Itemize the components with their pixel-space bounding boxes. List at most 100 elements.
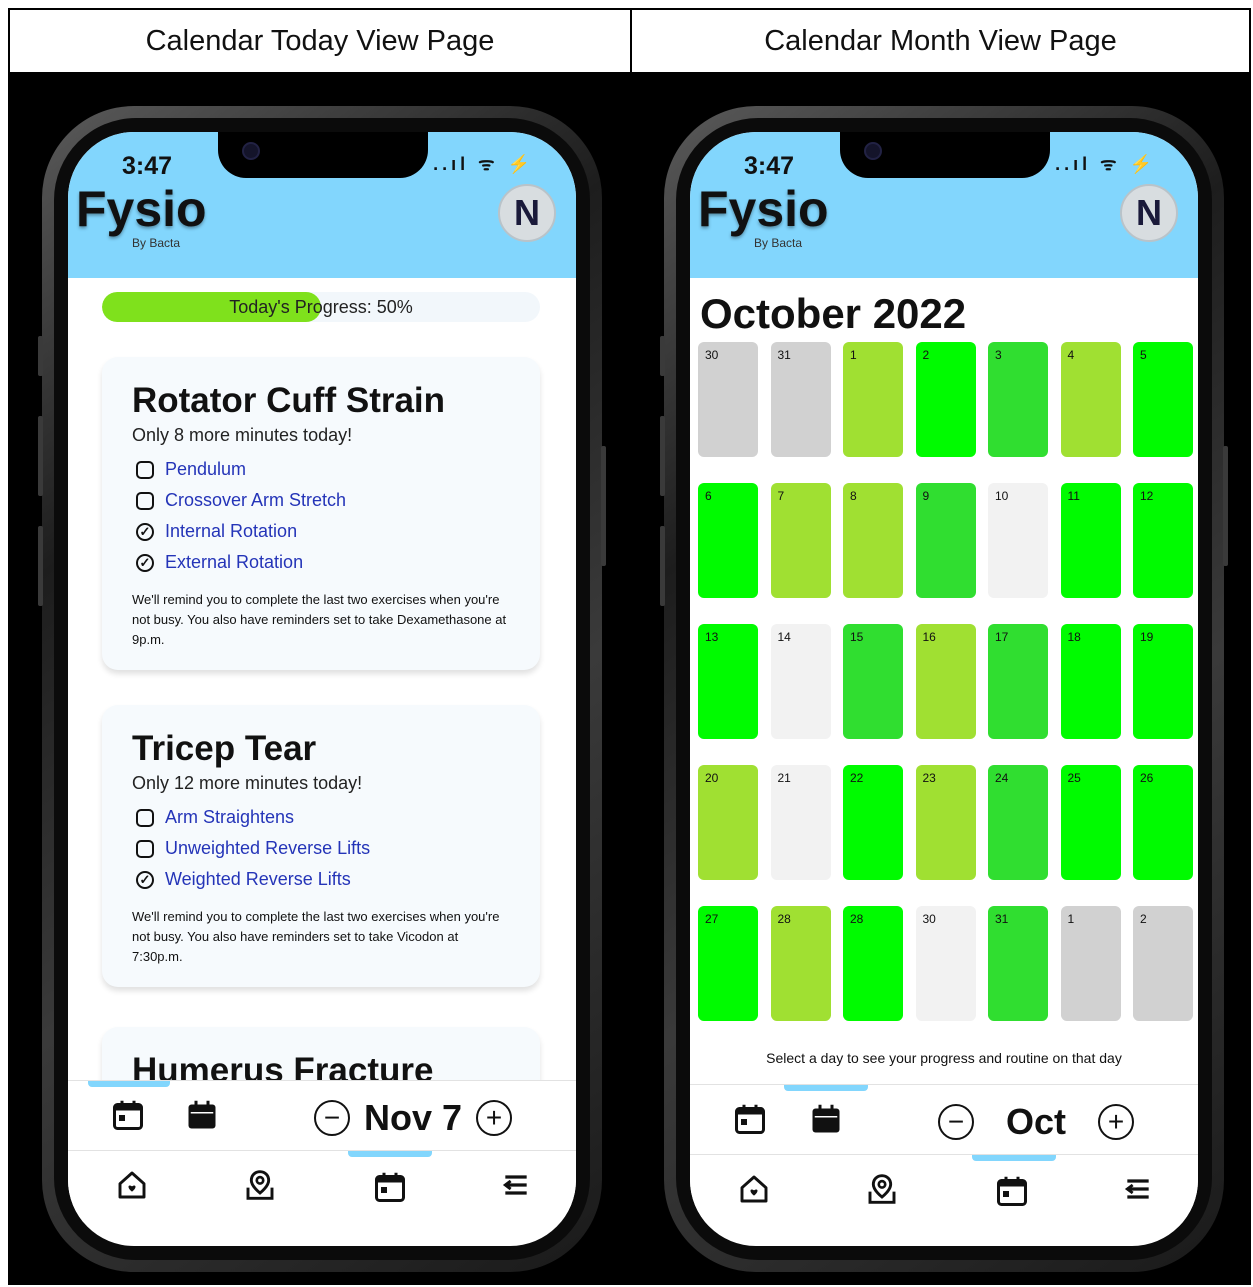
calendar-day[interactable]: 18	[1060, 624, 1121, 739]
calendar-day[interactable]: 13	[698, 624, 758, 739]
exercise-link[interactable]: Pendulum	[165, 459, 246, 480]
calendar-day-number: 7	[777, 489, 785, 503]
calendar-day-number: 19	[1140, 630, 1154, 644]
calendar-day[interactable]: 17	[988, 624, 1048, 739]
calendar-day[interactable]: 24	[988, 765, 1048, 880]
calendar-day[interactable]: 21	[770, 765, 831, 880]
status-time: 3:47	[122, 152, 173, 180]
checkbox-unchecked[interactable]	[136, 491, 154, 510]
calendar-icon[interactable]	[370, 1167, 410, 1207]
exercise-link[interactable]: Crossover Arm Stretch	[165, 490, 346, 511]
calendar-day[interactable]: 14	[770, 624, 831, 739]
checkbox-unchecked[interactable]	[136, 839, 154, 858]
minus-icon[interactable]: −	[938, 1104, 974, 1140]
checkbox-checked-icon[interactable]: ✓	[136, 870, 154, 889]
calendar-day-number: 31	[777, 348, 791, 362]
exercise-item[interactable]: Unweighted Reverse Lifts	[132, 833, 510, 864]
menu-icon[interactable]	[498, 1167, 534, 1203]
calendar-day-number: 31	[995, 912, 1009, 926]
exercise-link[interactable]: Weighted Reverse Lifts	[165, 869, 351, 890]
calendar-day[interactable]: 23	[915, 765, 976, 880]
map-pin-icon[interactable]	[864, 1171, 900, 1207]
active-tab-indicator	[784, 1085, 868, 1091]
calendar-day-number: 23	[922, 771, 936, 785]
minus-icon[interactable]: −	[314, 1100, 350, 1136]
calendar-day[interactable]: 10	[988, 483, 1048, 598]
home-icon[interactable]	[114, 1167, 150, 1203]
avatar[interactable]: N	[498, 184, 556, 242]
calendar-day[interactable]: 3	[988, 342, 1048, 457]
calendar-month-icon[interactable]	[806, 1099, 846, 1139]
calendar-day[interactable]: 22	[843, 765, 903, 880]
calendar-day[interactable]: 7	[770, 483, 831, 598]
calendar-day[interactable]: 27	[698, 906, 758, 1021]
calendar-day-number: 14	[777, 630, 791, 644]
exercise-item[interactable]: ✓ External Rotation	[132, 547, 510, 578]
status-time: 3:47	[744, 152, 795, 180]
calendar-day-number: 16	[922, 630, 936, 644]
map-pin-icon[interactable]	[242, 1167, 278, 1203]
notch	[218, 132, 428, 178]
calendar-month-icon[interactable]	[182, 1095, 222, 1135]
calendar-day[interactable]: 11	[1060, 483, 1121, 598]
condition-card[interactable]: Tricep Tear Only 12 more minutes today! …	[102, 705, 540, 987]
calendar-day[interactable]: 4	[1060, 342, 1121, 457]
calendar-day-number: 3	[995, 348, 1002, 362]
exercise-link[interactable]: Unweighted Reverse Lifts	[165, 838, 370, 859]
exercise-link[interactable]: Internal Rotation	[165, 521, 297, 542]
calendar-day[interactable]: 28	[843, 906, 903, 1021]
calendar-day[interactable]: 9	[915, 483, 976, 598]
calendar-day-icon[interactable]	[730, 1099, 770, 1139]
calendar-day[interactable]: 19	[1133, 624, 1193, 739]
menu-icon[interactable]	[1120, 1171, 1156, 1207]
calendar-day[interactable]: 12	[1133, 483, 1193, 598]
calendar-day[interactable]: 26	[1133, 765, 1193, 880]
checkbox-checked-icon[interactable]: ✓	[136, 522, 154, 541]
calendar-day[interactable]: 1	[843, 342, 903, 457]
calendar-day[interactable]: 8	[843, 483, 903, 598]
app-bar: 3:47 ..ıl ᯤ ⚡ Fysio By Bacta N	[68, 132, 576, 278]
calendar-day-number: 5	[1140, 348, 1147, 362]
calendar-day[interactable]: 31	[988, 906, 1048, 1021]
exercise-item[interactable]: Pendulum	[132, 454, 510, 485]
calendar-day[interactable]: 30	[698, 342, 758, 457]
exercise-link[interactable]: Arm Straightens	[165, 807, 294, 828]
calendar-day[interactable]: 1	[1060, 906, 1121, 1021]
home-icon[interactable]	[736, 1171, 772, 1207]
plus-icon[interactable]: +	[476, 1100, 513, 1136]
calendar-day[interactable]: 25	[1060, 765, 1121, 880]
calendar-day-number: 13	[705, 630, 719, 644]
exercise-item[interactable]: ✓ Weighted Reverse Lifts	[132, 864, 510, 895]
exercise-item[interactable]: ✓ Internal Rotation	[132, 516, 510, 547]
exercise-link[interactable]: External Rotation	[165, 552, 303, 573]
calendar-day-number: 1	[850, 348, 857, 362]
exercise-item[interactable]: Crossover Arm Stretch	[132, 485, 510, 516]
calendar-day[interactable]: 2	[1133, 906, 1193, 1021]
avatar[interactable]: N	[1120, 184, 1178, 242]
calendar-day[interactable]: 6	[698, 483, 758, 598]
checkbox-unchecked[interactable]	[136, 808, 154, 827]
calendar-day-number: 4	[1067, 348, 1075, 362]
plus-icon[interactable]: +	[1098, 1104, 1135, 1140]
calendar-day-icon[interactable]	[108, 1095, 148, 1135]
exercise-item[interactable]: Arm Straightens	[132, 802, 510, 833]
calendar-day[interactable]: 28	[770, 906, 831, 1021]
checkbox-unchecked[interactable]	[136, 460, 154, 479]
calendar-day[interactable]: 16	[915, 624, 976, 739]
card-title: Tricep Tear	[132, 729, 317, 768]
notch	[840, 132, 1050, 178]
condition-card[interactable]: Rotator Cuff Strain Only 8 more minutes …	[102, 357, 540, 670]
calendar-icon[interactable]	[992, 1171, 1032, 1211]
brand-subtitle: By Bacta	[754, 236, 803, 250]
calendar-day-number: 18	[1067, 630, 1081, 644]
calendar-day[interactable]: 30	[915, 906, 976, 1021]
calendar-day[interactable]: 20	[698, 765, 758, 880]
calendar-day-number: 24	[995, 771, 1009, 785]
calendar-day[interactable]: 15	[843, 624, 903, 739]
calendar-day-number: 1	[1067, 912, 1075, 926]
checkbox-checked-icon[interactable]: ✓	[136, 553, 154, 572]
calendar-day[interactable]: 5	[1133, 342, 1193, 457]
calendar-day[interactable]: 31	[770, 342, 831, 457]
calendar-day[interactable]: 2	[915, 342, 976, 457]
today-progress-bar: Today's Progress: 50%	[102, 292, 540, 322]
